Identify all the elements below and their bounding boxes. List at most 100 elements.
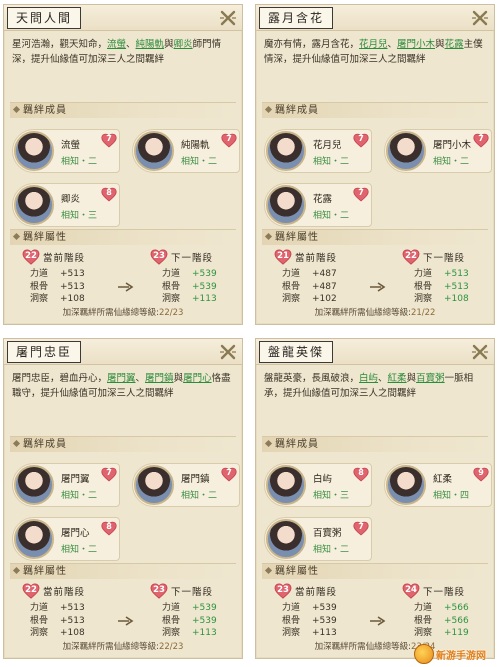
member-link[interactable]: 屠門小木 [397, 39, 435, 50]
close-icon[interactable] [470, 342, 490, 362]
member-name: 紅柔 [433, 474, 453, 485]
attributes-section-header: 羈絆屬性 [10, 563, 236, 579]
next-stage-label: 23 下一階段 [150, 583, 213, 599]
stat-name: 洞察 [282, 294, 301, 304]
stat-name: 根骨 [30, 615, 49, 626]
affinity-heart-icon: 8 [101, 187, 117, 202]
watermark-logo-icon [414, 644, 434, 664]
requirement-label: 加深羈絆所需仙緣總等級: [314, 308, 411, 318]
member-name: 屠門翼 [61, 474, 90, 485]
stat-row: 根骨 +566 [414, 615, 469, 628]
current-stage-label: 23 當前階段 [274, 583, 337, 599]
member-avatar [14, 519, 54, 559]
panel-header: 盤龍英傑 [256, 339, 494, 365]
member-card[interactable]: 屠門翼 相知・二 7 [12, 463, 120, 507]
member-card[interactable]: 花月兒 相知・二 7 [264, 129, 372, 173]
member-link[interactable]: 紅柔 [388, 373, 407, 384]
stat-row: 力道 +566 [414, 602, 469, 615]
member-card[interactable]: 白屿 相知・三 8 [264, 463, 372, 507]
member-avatar [266, 185, 306, 225]
stat-value: +513 [444, 269, 469, 279]
member-link[interactable]: 屠門心 [183, 373, 212, 384]
panel-title: 屠門忠臣 [7, 341, 82, 363]
stat-row: 洞察 +108 [30, 627, 85, 640]
stage-title: 下一階段 [423, 587, 466, 598]
stat-row: 洞察 +113 [162, 627, 217, 640]
section-title: 羈絆屬性 [23, 232, 67, 243]
member-link[interactable]: 花露 [445, 39, 464, 50]
member-link[interactable]: 白屿 [359, 373, 378, 384]
diamond-icon [12, 232, 21, 241]
member-card[interactable]: 屠門小木 相知・二 7 [384, 129, 492, 173]
panel-title: 天問人間 [7, 7, 82, 29]
member-rank: 相知・二 [61, 157, 98, 167]
desc-text: 與 [164, 39, 174, 50]
member-card[interactable]: 純陽軌 相知・二 7 [132, 129, 240, 173]
stat-row: 根骨 +487 [282, 281, 337, 294]
member-link[interactable]: 流螢 [107, 39, 126, 50]
member-link[interactable]: 花月兒 [359, 39, 388, 50]
desc-text: 、 [378, 373, 388, 384]
stat-value: +513 [60, 269, 85, 279]
member-card[interactable]: 花露 相知・二 7 [264, 183, 372, 227]
stage-title: 當前階段 [295, 253, 338, 264]
member-card[interactable]: 卿炎 相知・三 8 [12, 183, 120, 227]
member-level: 8 [106, 522, 112, 531]
member-card[interactable]: 流螢 相知・二 7 [12, 129, 120, 173]
stage-title: 下一階段 [171, 253, 214, 264]
stat-name: 力道 [162, 269, 181, 279]
desc-text: 、 [126, 39, 136, 50]
member-rank: 相知・二 [61, 491, 98, 501]
member-rank: 相知・二 [181, 491, 218, 501]
member-link[interactable]: 屠門鎮 [145, 373, 174, 384]
member-link[interactable]: 屠門翼 [107, 373, 136, 384]
stat-value: +113 [312, 628, 337, 638]
member-name: 流螢 [61, 140, 81, 151]
member-name: 白屿 [313, 474, 333, 485]
bond-description: 星河浩瀚，觀天知命，流螢、純陽軌與卿炎師門情深，提升仙緣值可加深三人之間羈絆 [12, 37, 234, 67]
current-stage-level: 22 [25, 251, 37, 261]
desc-text: 與 [435, 39, 445, 50]
site-watermark: 新游手游网 [414, 643, 498, 665]
member-card[interactable]: 屠門鎮 相知・二 7 [132, 463, 240, 507]
stat-row: 洞察 +113 [162, 293, 217, 306]
current-stage-level: 22 [25, 585, 37, 595]
stat-value: +113 [192, 294, 217, 304]
stat-row: 力道 +513 [30, 268, 85, 281]
stat-name: 力道 [30, 269, 49, 279]
member-rank: 相知・二 [313, 157, 350, 167]
stat-value: +539 [312, 615, 337, 626]
member-rank: 相知・二 [313, 545, 350, 555]
member-level: 7 [358, 188, 364, 197]
stat-value: +513 [444, 281, 469, 292]
member-link[interactable]: 卿炎 [174, 39, 193, 50]
member-level: 7 [106, 468, 112, 477]
member-card[interactable]: 屠門心 相知・二 8 [12, 517, 120, 561]
stat-value: +108 [444, 294, 469, 304]
close-icon[interactable] [470, 8, 490, 28]
close-icon[interactable] [218, 342, 238, 362]
stat-name: 根骨 [414, 615, 433, 626]
member-link[interactable]: 百寶粥 [416, 373, 445, 384]
current-stage-label: 21 當前階段 [274, 249, 338, 265]
close-icon[interactable] [218, 8, 238, 28]
member-link[interactable]: 純陽軌 [136, 39, 165, 50]
member-avatar [134, 465, 174, 505]
bond-requirement: 加深羈絆所需仙緣總等級:22/23 [4, 306, 242, 318]
stage-heart-icon: 23 [150, 583, 168, 599]
member-card[interactable]: 百寶粥 相知・二 7 [264, 517, 372, 561]
bond-requirement: 加深羈絆所需仙緣總等級:22/23 [4, 640, 242, 652]
requirement-label: 加深羈絆所需仙緣總等級: [62, 308, 159, 318]
bond-description: 屠門忠臣，碧血丹心，屠門翼、屠門鎮與屠門心恪盡職守，提升仙緣值可加深三人之間羈絆 [12, 371, 234, 401]
member-avatar [266, 519, 306, 559]
stat-row: 根骨 +513 [414, 281, 469, 294]
stat-row: 力道 +513 [30, 602, 85, 615]
diamond-icon [264, 439, 273, 448]
current-stats: 力道 +487 根骨 +487 洞察 +102 [282, 268, 337, 306]
arrow-right-icon [370, 282, 386, 292]
member-name: 屠門鎮 [181, 474, 210, 485]
stat-name: 洞察 [414, 628, 433, 638]
member-rank: 相知・二 [313, 211, 350, 221]
member-card[interactable]: 紅柔 相知・四 9 [384, 463, 492, 507]
attributes-section-header: 羈絆屬性 [262, 229, 488, 245]
